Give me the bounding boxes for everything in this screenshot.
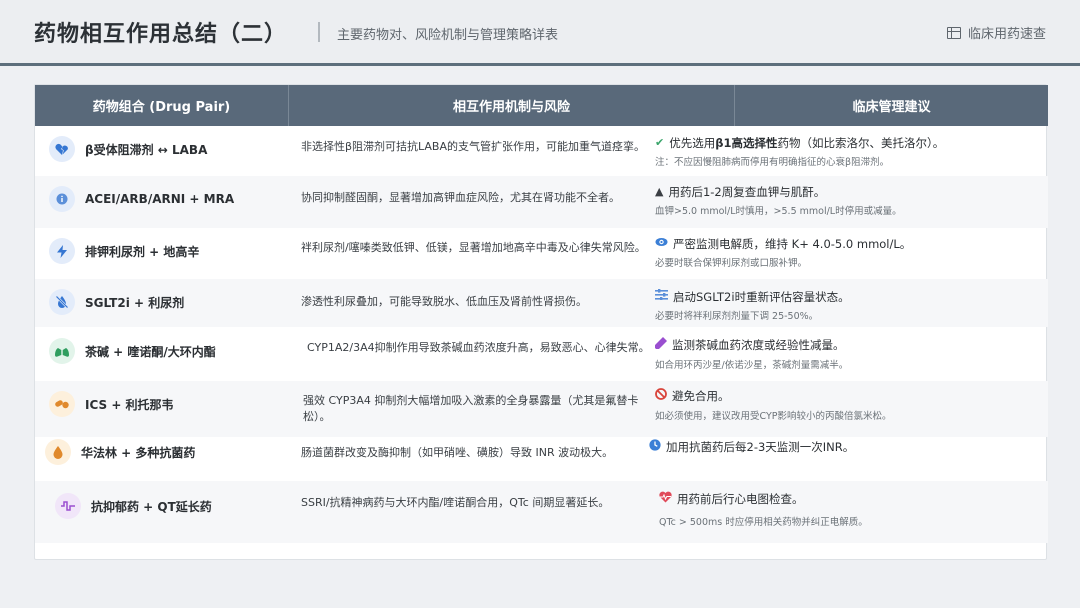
table-row: ACEI/ARB/ARNI + MRA 协同抑制醛固酮，显著增加高钾血症风险，尤… bbox=[35, 176, 1048, 228]
mechanism-text: 袢利尿剂/噻嗪类致低钾、低镁，显著增加地高辛中毒及心律失常风险。 bbox=[301, 241, 646, 254]
advice-note: 注：不应因慢阻肺病而停用有明确指征的心衰β阻滞剂。 bbox=[655, 157, 890, 168]
advice-note: 必要时联合保钾利尿剂或口服补钾。 bbox=[655, 258, 808, 269]
mechanism-text: 强效 CYP3A4 抑制剂大幅增加吸入激素的全身暴露量（尤其是氟替卡松）。 bbox=[303, 394, 639, 423]
table-row: ICS + 利托那韦 强效 CYP3A4 抑制剂大幅增加吸入激素的全身暴露量（尤… bbox=[35, 381, 1048, 437]
quick-reference-link[interactable]: 临床用药速查 bbox=[946, 23, 1046, 42]
drug-pair-label: 茶碱 + 喹诺酮/大环内酯 bbox=[85, 344, 216, 359]
advice-note: QTc > 500ms 时应停用相关药物并纠正电解质。 bbox=[659, 517, 868, 528]
mechanism-text: 肠道菌群改变及酶抑制（如甲硝唑、磺胺）导致 INR 波动极大。 bbox=[301, 446, 614, 459]
advice-cell: 启动SGLT2i时重新评估容量状态。 必要时将袢利尿剂剂量下调 25-50%。 bbox=[655, 289, 1035, 322]
advice-note: 血钾>5.0 mmol/L时慎用，>5.5 mmol/L时停用或减量。 bbox=[655, 206, 902, 217]
drug-pair-cell: β受体阻滞剂 ↔ LABA bbox=[49, 136, 207, 162]
advice-cell: 用药前后行心电图检查。 QTc > 500ms 时应停用相关药物并纠正电解质。 bbox=[659, 491, 1039, 528]
column-header-mechanism: 相互作用机制与风险 bbox=[289, 85, 735, 126]
table-row: 抗抑郁药 + QT延长药 SSRI/抗精神病药与大环内酯/喹诺酮合用，QTc 间… bbox=[35, 481, 1048, 543]
advice-cell: 加用抗菌药后每2-3天监测一次INR。 bbox=[649, 439, 1029, 456]
advice-cell: ▲ 用药后1-2周复查血钾与肌酐。 血钾>5.0 mmol/L时慎用，>5.5 … bbox=[655, 184, 1035, 217]
warning-icon: ▲ bbox=[655, 185, 664, 198]
mechanism-text: 渗透性利尿叠加，可能导致脱水、低血压及肾前性肾损伤。 bbox=[301, 295, 587, 308]
drug-pair-label: ICS + 利托那韦 bbox=[85, 397, 174, 412]
vial-icon bbox=[654, 337, 667, 354]
advice-text: 用药后1-2周复查血钾与肌酐。 bbox=[668, 185, 826, 199]
drug-pair-cell: 华法林 + 多种抗菌药 bbox=[45, 439, 195, 465]
clock-icon bbox=[649, 439, 661, 456]
table-row: 茶碱 + 喹诺酮/大环内酯 CYP1A2/3A4抑制作用导致茶碱血药浓度升高，易… bbox=[35, 327, 1048, 381]
drop-icon bbox=[45, 439, 71, 465]
sliders-icon bbox=[655, 289, 668, 305]
quick-reference-label: 临床用药速查 bbox=[967, 27, 1046, 42]
page-subtitle: 主要药物对、风险机制与管理策略详表 bbox=[337, 28, 559, 43]
advice-text: 加用抗菌药后每2-3天监测一次INR。 bbox=[666, 440, 855, 454]
drug-pair-label: 排钾利尿剂 + 地高辛 bbox=[85, 244, 200, 259]
table-icon bbox=[946, 26, 961, 39]
mechanism-text: 非选择性β阻滞剂可拮抗LABA的支气管扩张作用，可能加重气道痉挛。 bbox=[301, 140, 645, 153]
advice-text: 优先选用 bbox=[669, 136, 716, 150]
broken-heart-icon bbox=[49, 136, 75, 162]
no-droplet-icon bbox=[49, 289, 75, 315]
drug-pair-label: ACEI/ARB/ARNI + MRA bbox=[85, 192, 235, 206]
table-header: 药物组合 (Drug Pair) 相互作用机制与风险 临床管理建议 bbox=[35, 85, 1048, 126]
drug-pair-label: 华法林 + 多种抗菌药 bbox=[81, 445, 196, 460]
drug-pair-cell: ICS + 利托那韦 bbox=[49, 391, 174, 417]
pulse-wave-icon bbox=[55, 493, 81, 519]
lungs-icon bbox=[49, 338, 75, 364]
heart-pulse-icon bbox=[659, 491, 672, 508]
advice-text-cont: 药物（如比索洛尔、美托洛尔）。 bbox=[777, 136, 945, 150]
advice-cell: 监测茶碱血药浓度或经验性减量。 如合用环丙沙星/依诺沙星，茶碱剂量需减半。 bbox=[654, 337, 1035, 371]
advice-note: 如合用环丙沙星/依诺沙星，茶碱剂量需减半。 bbox=[655, 360, 849, 371]
info-icon bbox=[49, 186, 75, 212]
table-row: 排钾利尿剂 + 地高辛 袢利尿剂/噻嗪类致低钾、低镁，显著增加地高辛中毒及心律失… bbox=[35, 228, 1048, 279]
advice-cell: 避免合用。 如必须使用，建议改用受CYP影响较小的丙酸倍氯米松。 bbox=[655, 388, 1035, 422]
mechanism-text: SSRI/抗精神病药与大环内酯/喹诺酮合用，QTc 间期显著延长。 bbox=[301, 496, 610, 509]
page-header: 药物相互作用总结（二） 主要药物对、风险机制与管理策略详表 临床用药速查 bbox=[0, 0, 1080, 66]
table-row: SGLT2i + 利尿剂 渗透性利尿叠加，可能导致脱水、低血压及肾前性肾损伤。 … bbox=[35, 279, 1048, 327]
table-row: β受体阻滞剂 ↔ LABA 非选择性β阻滞剂可拮抗LABA的支气管扩张作用，可能… bbox=[35, 126, 1048, 176]
drug-pair-cell: SGLT2i + 利尿剂 bbox=[49, 289, 184, 315]
column-header-advice: 临床管理建议 bbox=[852, 100, 931, 115]
drug-pair-cell: 排钾利尿剂 + 地高辛 bbox=[49, 238, 199, 264]
mechanism-text: 协同抑制醛固酮，显著增加高钾血症风险，尤其在肾功能不全者。 bbox=[301, 191, 620, 204]
mechanism-text: CYP1A2/3A4抑制作用导致茶碱血药浓度升高，易致恶心、心律失常。 bbox=[307, 341, 650, 354]
advice-text: 监测茶碱血药浓度或经验性减量。 bbox=[672, 338, 845, 352]
advice-text: 避免合用。 bbox=[672, 389, 730, 403]
drug-pair-cell: ACEI/ARB/ARNI + MRA bbox=[49, 186, 234, 212]
eye-icon bbox=[655, 236, 668, 252]
advice-bold-text: β1高选择性 bbox=[715, 136, 778, 150]
advice-text: 严密监测电解质，维持 K+ 4.0-5.0 mmol/L。 bbox=[673, 237, 912, 251]
advice-note: 如必须使用，建议改用受CYP影响较小的丙酸倍氯米松。 bbox=[655, 411, 892, 422]
drug-pair-label: SGLT2i + 利尿剂 bbox=[85, 295, 185, 310]
table-row: 华法林 + 多种抗菌药 肠道菌群改变及酶抑制（如甲硝唑、磺胺）导致 INR 波动… bbox=[35, 437, 1048, 481]
drug-pair-cell: 抗抑郁药 + QT延长药 bbox=[55, 493, 212, 519]
drug-pair-cell: 茶碱 + 喹诺酮/大环内酯 bbox=[49, 338, 216, 364]
interaction-table: 药物组合 (Drug Pair) 相互作用机制与风险 临床管理建议 β受体阻滞剂… bbox=[34, 84, 1048, 560]
advice-note: 必要时将袢利尿剂剂量下调 25-50%。 bbox=[655, 311, 819, 322]
ban-icon bbox=[655, 388, 667, 405]
check-icon: ✔ bbox=[655, 136, 665, 149]
drug-pair-label: β受体阻滞剂 ↔ LABA bbox=[85, 142, 208, 157]
column-header-pair: 药物组合 (Drug Pair) bbox=[35, 85, 289, 126]
advice-cell: 严密监测电解质，维持 K+ 4.0-5.0 mmol/L。 必要时联合保钾利尿剂… bbox=[655, 236, 1035, 269]
lightning-icon bbox=[49, 238, 75, 264]
advice-text: 用药前后行心电图检查。 bbox=[677, 492, 804, 506]
pills-icon bbox=[49, 391, 75, 417]
drug-pair-label: 抗抑郁药 + QT延长药 bbox=[91, 499, 212, 514]
page-title: 药物相互作用总结（二） bbox=[34, 22, 288, 47]
advice-cell: ✔ 优先选用β1高选择性药物（如比索洛尔、美托洛尔）。 注：不应因慢阻肺病而停用… bbox=[655, 135, 1035, 168]
advice-text: 启动SGLT2i时重新评估容量状态。 bbox=[673, 290, 850, 304]
header-divider bbox=[318, 22, 320, 42]
